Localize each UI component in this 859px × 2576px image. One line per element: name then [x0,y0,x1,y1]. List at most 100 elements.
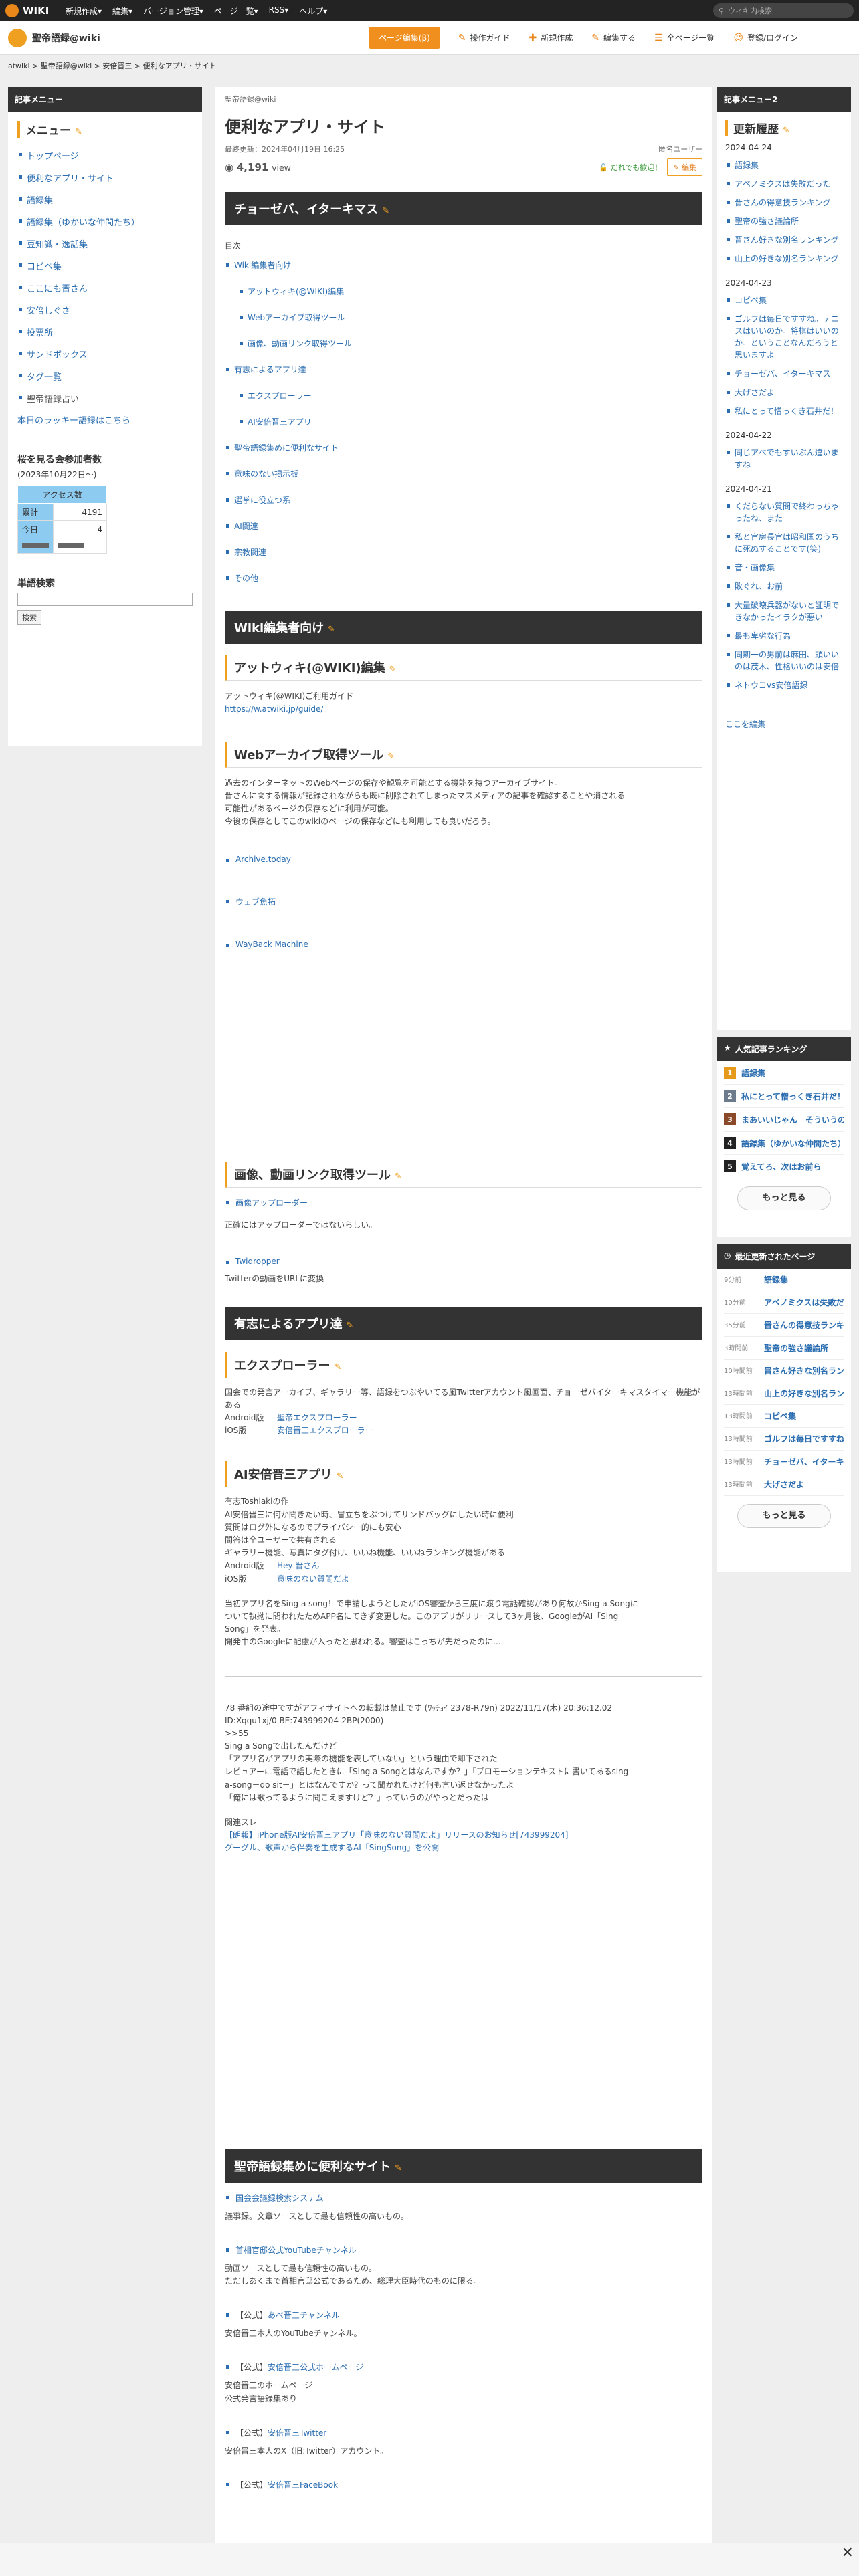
toc-item[interactable]: 聖帝語録集めに便利なサイト [225,442,702,453]
guide-link[interactable]: ✎ 操作ガイド [458,32,510,43]
nav-pages[interactable]: ページ一覧▾ [214,5,258,17]
ranking-item[interactable]: 2 私にとって憎っくき石井だ！ [724,1085,844,1108]
nav-new[interactable]: 新規作成▾ [66,5,102,17]
updated-page-item[interactable]: 35分前晋さんの得意技ランキング [724,1314,844,1337]
history-item[interactable]: アベノミクスは失敗だった [725,178,843,190]
related-thread-link[interactable]: 【朗報】iPhone版AI安倍晋三アプリ「意味のない質問だよ」リリースのお知らせ… [225,1830,569,1840]
ranking-more-button[interactable]: もっと見る [737,1186,831,1210]
updates-more-button[interactable]: もっと見る [737,1504,831,1528]
pencil-icon[interactable]: ✎ [337,1471,344,1481]
ai-android-link[interactable]: Hey 晋さん [277,1561,319,1570]
pencil-icon[interactable]: ✎ [328,625,335,635]
pencil-icon[interactable]: ✎ [783,126,790,136]
menu-item[interactable]: タグ一覧 [17,365,193,387]
lucky-quote-link[interactable]: 本日のラッキー語録はこちら [17,413,193,426]
pencil-icon[interactable]: ✎ [395,2163,402,2173]
toc-item[interactable]: アットウィキ(@WIKI)編集 [238,286,702,297]
archive-link[interactable]: Archive.today [225,855,702,864]
toc-item[interactable]: Webアーカイブ取得ツール [238,312,702,323]
updated-page-item[interactable]: 13時間前 コピペ集 [724,1405,844,1428]
updated-page-item[interactable]: 13時間前 ゴルフは毎日ですすね [724,1428,844,1451]
updated-page-item[interactable]: 13時間前 大げさだよ [724,1473,844,1496]
history-item[interactable]: ネトウヨvs安倍語録 [725,679,843,691]
history-item[interactable]: 同じアベでもすいぶん違いますね [725,447,843,471]
site-link-item[interactable]: 【公式】安倍晋三公式ホームページ [225,2361,702,2373]
ranking-item[interactable]: 3 まあいいじゃん そういうの [724,1108,844,1132]
updated-page-item[interactable]: 13時間前山上の好きな別名ランキング [724,1382,844,1405]
history-item[interactable]: 敗ぐれ、お前 [725,580,843,593]
site-link-item[interactable]: 首相官邸公式YouTubeチャンネル [225,2244,702,2256]
site-name[interactable]: 聖帝語録@wiki [8,28,369,47]
nav-rss[interactable]: RSS▾ [269,5,289,17]
toc-item[interactable]: Wiki編集者向け [225,259,702,271]
history-item[interactable]: 大量破壊兵器がないと証明できなかったイラクが悪い [725,599,843,623]
menu-item[interactable]: 語録集 [17,189,193,211]
history-item[interactable]: 同期一の男前は麻田、頭いいのは茂木、性格いいのは安倍 [725,649,843,673]
updated-page-item[interactable]: 10時間前晋さん好きな別名ランキング [724,1360,844,1382]
history-item[interactable]: コピペ集 [725,294,843,306]
breadcrumb[interactable]: atwiki > 聖帝語録@wiki > 安倍晋三 > 便利なアプリ・サイト [8,60,217,71]
toc-item[interactable]: 宗教関連 [225,546,702,558]
nav-version[interactable]: バージョン管理▾ [143,5,203,17]
pencil-icon[interactable]: ✎ [75,127,82,137]
history-item[interactable]: 晋さんの得意技ランキング [725,197,843,209]
history-item[interactable]: 私にとって憎っくき石井だ！ [725,405,843,417]
ranking-item[interactable]: 1 語録集 [724,1061,844,1085]
history-item[interactable]: 大げさだよ [725,387,843,399]
menu-item[interactable]: 豆知識・逸話集 [17,233,193,255]
site-link-item[interactable]: 【公式】安倍晋三FaceBook [225,2479,702,2490]
menu-item[interactable]: トップページ [17,144,193,167]
close-icon[interactable]: ✕ [842,2545,854,2561]
nav-help[interactable]: ヘルプ▾ [299,5,327,17]
menu-item[interactable]: コピペ集 [17,255,193,277]
archive-link[interactable]: ウェブ魚拓 [225,896,702,907]
ranking-item[interactable]: 4 語録集（ゆかいな仲間たち） [724,1132,844,1155]
pencil-icon[interactable]: ✎ [389,665,397,675]
archive-link[interactable]: WayBack Machine [225,940,702,949]
toc-item[interactable]: 有志によるアプリ達 [225,364,702,375]
menu-item[interactable]: 安倍しぐさ [17,299,193,321]
image-uploader-link[interactable]: 画像アップローダー [225,1197,702,1208]
updated-page-item[interactable]: 10分前アベノミクスは失敗だった [724,1291,844,1314]
history-item[interactable]: チョーゼバ、イターキマス [725,368,843,380]
toc-item[interactable]: エクスプローラー [238,390,702,401]
menu-item[interactable]: サンドボックス [17,343,193,365]
toc-item[interactable]: AI関連 [225,520,702,532]
wiki-search-input[interactable]: ⚲ ウィキ内検索 [713,3,854,18]
toc-item[interactable]: 画像、動画リンク取得ツール [238,338,702,349]
login-link[interactable]: ☺ 登録/ログイン [733,32,798,43]
atwiki-guide-link[interactable]: https://w.atwiki.jp/guide/ [225,704,323,714]
edit-page-link[interactable]: ✎ 編集する [591,32,636,43]
history-item[interactable]: ゴルフは毎日ですすね。テニスはいいのか。将棋はいいのか。ということなんだろうと思… [725,313,843,361]
site-link-item[interactable]: 【公式】安倍晋三Twitter [225,2427,702,2438]
menu-item[interactable]: 語録集（ゆかいな仲間たち） [17,211,193,233]
site-link-item[interactable]: 国会会議録検索システム [225,2192,702,2204]
history-item[interactable]: 山上の好きな別名ランキング [725,253,843,265]
pencil-icon[interactable]: ✎ [382,206,389,216]
history-item[interactable]: 晋さん好きな別名ランキング [725,234,843,246]
all-pages-link[interactable]: ☰ 全ページ一覧 [654,32,714,43]
page-edit-beta-button[interactable]: ページ編集(β) [369,27,440,49]
updated-page-item[interactable]: 3時間前 聖帝の強さ議論所 [724,1337,844,1360]
ai-ios-link[interactable]: 意味のない質問だよ [277,1574,349,1584]
menu-item[interactable]: 聖帝語録占い [17,387,193,409]
menu-item[interactable]: ここにも晋さん [17,277,193,299]
pencil-icon[interactable]: ✎ [395,1172,402,1182]
toc-item[interactable]: 意味のない掲示板 [225,468,702,479]
toc-item[interactable]: AI安倍晋三アプリ [238,416,702,427]
toc-item[interactable]: 選挙に役立つ系 [225,494,702,506]
edit-here-link[interactable]: ここを編集 [725,718,843,730]
explorer-android-link[interactable]: 聖帝エクスプローラー [277,1413,357,1422]
menu-item[interactable]: 投票所 [17,321,193,343]
twidropper-link[interactable]: Twidropper [225,1257,702,1266]
word-search-input[interactable] [17,593,193,606]
ranking-item[interactable]: 5 覚えてろ、次はお前ら [724,1155,844,1178]
updated-page-item[interactable]: 9分前 語録集 [724,1269,844,1291]
history-item[interactable]: くだらない質問で終わっちゃったね、また [725,500,843,524]
history-item[interactable]: 聖帝の強さ議論所 [725,215,843,227]
history-item[interactable]: 語録集 [725,159,843,171]
word-search-button[interactable]: 検索 [17,610,41,625]
site-link-item[interactable]: 【公式】あべ晋三チャンネル [225,2309,702,2321]
pencil-icon[interactable]: ✎ [334,1362,341,1372]
explorer-ios-link[interactable]: 安倍晋三エクスプローラー [277,1426,373,1435]
